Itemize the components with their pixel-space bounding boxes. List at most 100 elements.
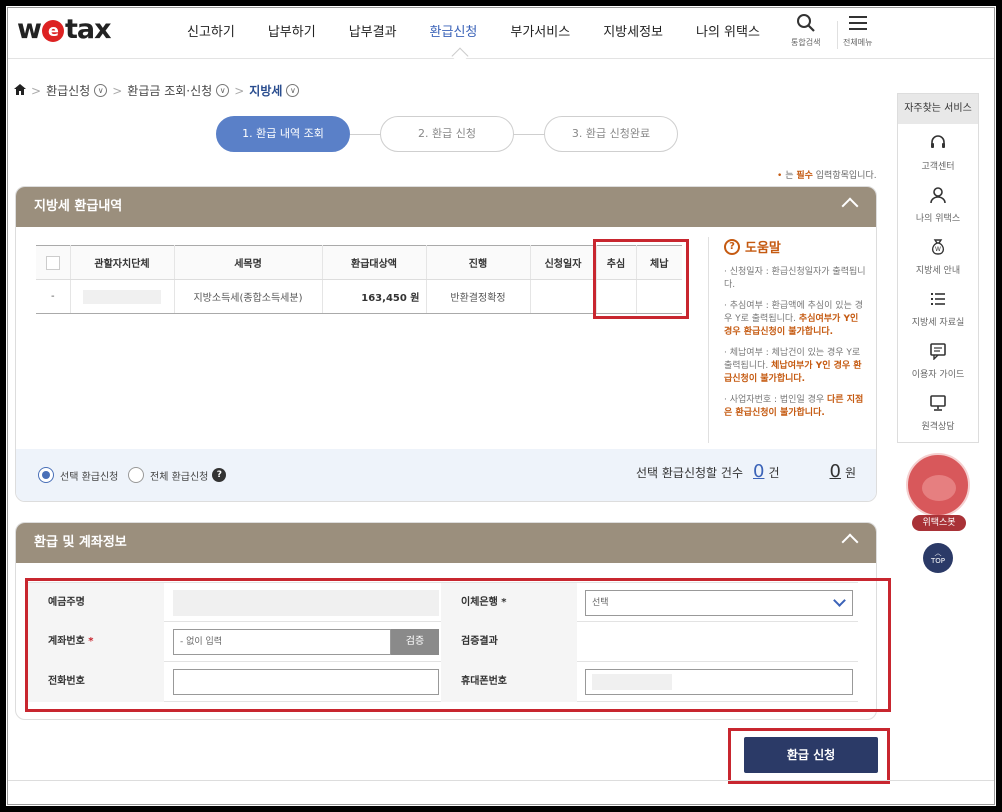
list-icon [898, 290, 978, 313]
chevron-up-icon[interactable] [841, 197, 859, 215]
bank-label: 이체은행 * [441, 583, 577, 623]
col-authority: 관할자치단체 [70, 245, 175, 280]
wetax-logo[interactable]: w e tax [17, 14, 111, 45]
row-status: 반환결정확정 [426, 279, 531, 314]
radio-all-refund[interactable]: 전체 환급신청 ? [128, 467, 227, 483]
form-row-phone: 전화번호 휴대폰번호 [28, 662, 858, 702]
account-number-label: 계좌번호 * [28, 622, 164, 662]
help-item-arrears: · 체납여부 : 체납건이 있는 경우 Y로 출력됩니다. 체납여부가 Y인 경… [724, 348, 862, 384]
row-tax-item: 지방소득세(종합소득세분) [174, 279, 323, 314]
question-icon[interactable]: ? [212, 468, 227, 482]
monitor-icon [898, 394, 978, 417]
quick-customer-center[interactable]: 고객센터 [898, 124, 978, 176]
all-menu[interactable]: 전체메뉴 [843, 13, 872, 48]
help-title: ? 도움말 [724, 237, 868, 256]
row-arrears [636, 279, 682, 314]
chevron-down-icon[interactable]: ∨ [94, 84, 108, 97]
step-3-refund-complete: 3. 환급 신청완료 [544, 116, 678, 152]
redacted-authority [83, 289, 161, 304]
quick-local-tax-guide[interactable]: W 지방세 안내 [898, 228, 978, 280]
refund-history-panel: 지방세 환급내역 관할자치단체 세목명 환급대상액 진행 신청일자 추심 체납 … [15, 186, 877, 502]
main-nav: 신고하기 납부하기 납부결과 환급신청 부가서비스 지방세정보 나의 위택스 [187, 21, 793, 40]
wetax-bot-avatar[interactable] [906, 453, 970, 517]
phone-label: 전화번호 [28, 662, 164, 702]
breadcrumb-refund[interactable]: 환급신청 [46, 82, 90, 99]
row-check: - [36, 279, 71, 314]
chevron-down-icon[interactable]: ∨ [216, 84, 230, 97]
nav-item-pay-result[interactable]: 납부결과 [349, 21, 397, 40]
col-collection: 추심 [596, 245, 637, 280]
breadcrumb-refund-lookup[interactable]: 환급금 조회·신청 [127, 82, 212, 99]
help-item-date: · 신청일자 : 환급신청일자가 출력됩니다. [724, 267, 866, 290]
help-item-collection: · 추심여부 : 환급액에 추심이 있는 경우 Y로 출력됩니다. 추심여부가 … [724, 301, 863, 337]
nav-item-local-tax-info[interactable]: 지방세정보 [603, 21, 663, 40]
col-status: 진행 [426, 245, 531, 280]
row-collection [596, 279, 637, 314]
quick-my-wetax[interactable]: 나의 위택스 [898, 176, 978, 228]
row-date [530, 279, 597, 314]
account-number-input[interactable]: - 없이 입력 [173, 629, 391, 655]
chevron-up-icon[interactable] [841, 533, 859, 551]
scroll-top-button[interactable]: ︿ TOP [923, 543, 953, 573]
nav-item-extra-service[interactable]: 부가서비스 [510, 21, 570, 40]
select-all-checkbox[interactable] [45, 255, 60, 270]
redacted-mobile [592, 673, 672, 690]
verify-button[interactable]: 검증 [391, 629, 439, 655]
mobile-input[interactable] [585, 669, 853, 695]
radio-button-checked[interactable] [38, 467, 54, 483]
question-icon: ? [724, 238, 740, 255]
radio-button[interactable] [128, 467, 144, 483]
account-info-header[interactable]: 환급 및 계좌정보 [16, 523, 876, 563]
chat-icon [898, 342, 978, 365]
select-all-header [36, 245, 71, 280]
svg-text:W: W [935, 246, 941, 253]
chevron-down-icon[interactable]: ∨ [286, 84, 300, 97]
radio-selected-refund[interactable]: 선택 환급신청 [38, 467, 118, 483]
integrated-search[interactable]: 통합검색 [791, 13, 820, 48]
hamburger-icon [843, 13, 872, 37]
search-icon [791, 13, 820, 37]
chevron-down-icon [833, 594, 846, 607]
required-field-note: • 는 필수 입력항목입니다. [777, 171, 877, 181]
nav-item-pay[interactable]: 납부하기 [268, 21, 316, 40]
phone-input[interactable] [173, 669, 439, 695]
row-authority [70, 279, 175, 314]
col-tax-item: 세목명 [174, 245, 323, 280]
quick-tax-library[interactable]: 지방세 자료실 [898, 280, 978, 332]
nav-item-refund[interactable]: 환급신청 [430, 21, 478, 40]
header: w e tax 신고하기 납부하기 납부결과 환급신청 부가서비스 지방세정보 나의… [7, 7, 995, 65]
footer-divider [7, 780, 995, 781]
quick-user-guide[interactable]: 이용자 가이드 [898, 332, 978, 384]
panel-title: 지방세 환급내역 [34, 199, 123, 214]
refund-apply-button[interactable]: 환급 신청 [744, 737, 878, 773]
table-row[interactable]: - 지방소득세(종합소득세분) 163,450 원 반환결정확정 [36, 279, 682, 314]
quick-menu-title: 자주찾는 서비스 [898, 94, 978, 124]
form-row-account: 계좌번호 * - 없이 입력 검증 검증결과 [28, 622, 858, 662]
quick-menu: 자주찾는 서비스 고객센터 나의 위택스 W 지방세 안내 지방세 자료실 이용… [897, 93, 979, 443]
refund-history-header[interactable]: 지방세 환급내역 [16, 187, 876, 227]
selected-count-summary: 선택 환급신청할 건수 0 건 0 원 [636, 461, 856, 482]
selected-count: 0 [753, 461, 765, 482]
wetax-bot-label[interactable]: 위택스봇 [912, 515, 966, 531]
depositor-label: 예금주명 [28, 583, 164, 623]
money-bag-icon: W [898, 238, 978, 261]
bot-face [922, 475, 956, 501]
step-1-refund-lookup: 1. 환급 내역 조회 [216, 116, 350, 152]
form-row-depositor: 예금주명 이체은행 * 선택 [28, 582, 858, 623]
breadcrumb-local-tax[interactable]: 지방세 [249, 82, 282, 99]
header-divider [837, 21, 838, 49]
nav-item-my-wetax[interactable]: 나의 위택스 [696, 21, 760, 40]
bank-select[interactable]: 선택 [585, 590, 853, 616]
refund-select-bar: 선택 환급신청 전체 환급신청 ? 선택 환급신청할 건수 0 건 0 원 [16, 449, 876, 501]
row-amount: 163,450 원 [322, 279, 427, 314]
mobile-label: 휴대폰번호 [441, 662, 577, 702]
refund-table: 관할자치단체 세목명 환급대상액 진행 신청일자 추심 체납 - 지방소득세(종… [36, 245, 682, 314]
col-arrears: 체납 [636, 245, 682, 280]
col-refund-amount: 환급대상액 [322, 245, 427, 280]
quick-remote-support[interactable]: 원격상담 [898, 384, 978, 436]
nav-item-file[interactable]: 신고하기 [187, 21, 235, 40]
verify-result-label: 검증결과 [441, 622, 577, 662]
panel-title: 환급 및 계좌정보 [34, 535, 127, 550]
headset-icon [898, 134, 978, 157]
home-icon[interactable] [14, 83, 26, 98]
